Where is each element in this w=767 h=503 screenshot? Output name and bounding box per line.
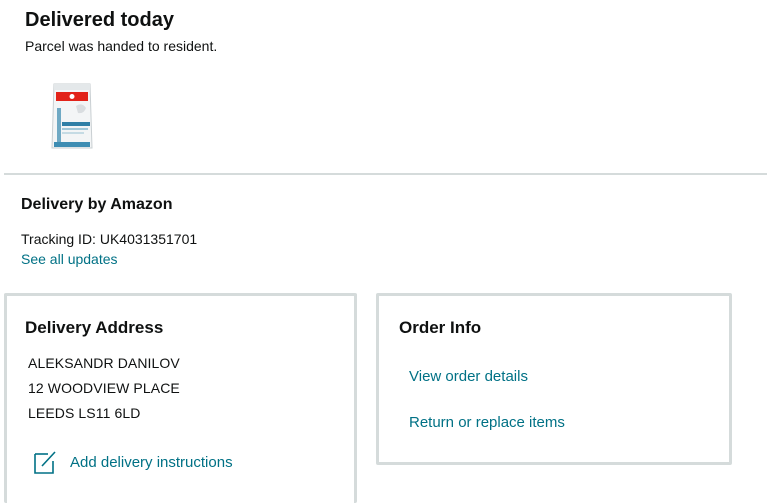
address-line-name: ALEKSANDR DANILOV xyxy=(28,355,180,371)
return-replace-items-link[interactable]: Return or replace items xyxy=(409,414,565,431)
section-divider xyxy=(4,173,767,175)
add-delivery-instructions-link[interactable]: Add delivery instructions xyxy=(70,454,233,471)
edit-note-icon xyxy=(34,451,56,474)
delivery-address-card: Delivery Address ALEKSANDR DANILOV 12 WO… xyxy=(4,293,357,503)
tracking-id: Tracking ID: UK4031351701 xyxy=(21,231,198,247)
carrier-title: Delivery by Amazon xyxy=(21,196,173,213)
product-image[interactable] xyxy=(48,80,96,152)
add-delivery-instructions[interactable]: Add delivery instructions xyxy=(32,449,233,475)
view-order-details-link[interactable]: View order details xyxy=(409,368,528,385)
delivery-status-title: Delivered today xyxy=(25,9,174,31)
delivery-address-title: Delivery Address xyxy=(25,318,164,337)
order-info-title: Order Info xyxy=(399,318,482,337)
see-all-updates-link[interactable]: See all updates xyxy=(21,251,118,267)
order-info-card: Order Info View order details Return or … xyxy=(376,293,732,465)
dog-food-bag-icon xyxy=(51,83,93,149)
address-line-street: 12 WOODVIEW PLACE xyxy=(28,380,180,396)
delivery-status-subtitle: Parcel was handed to resident. xyxy=(25,38,218,54)
address-line-city: LEEDS LS11 6LD xyxy=(28,405,141,421)
